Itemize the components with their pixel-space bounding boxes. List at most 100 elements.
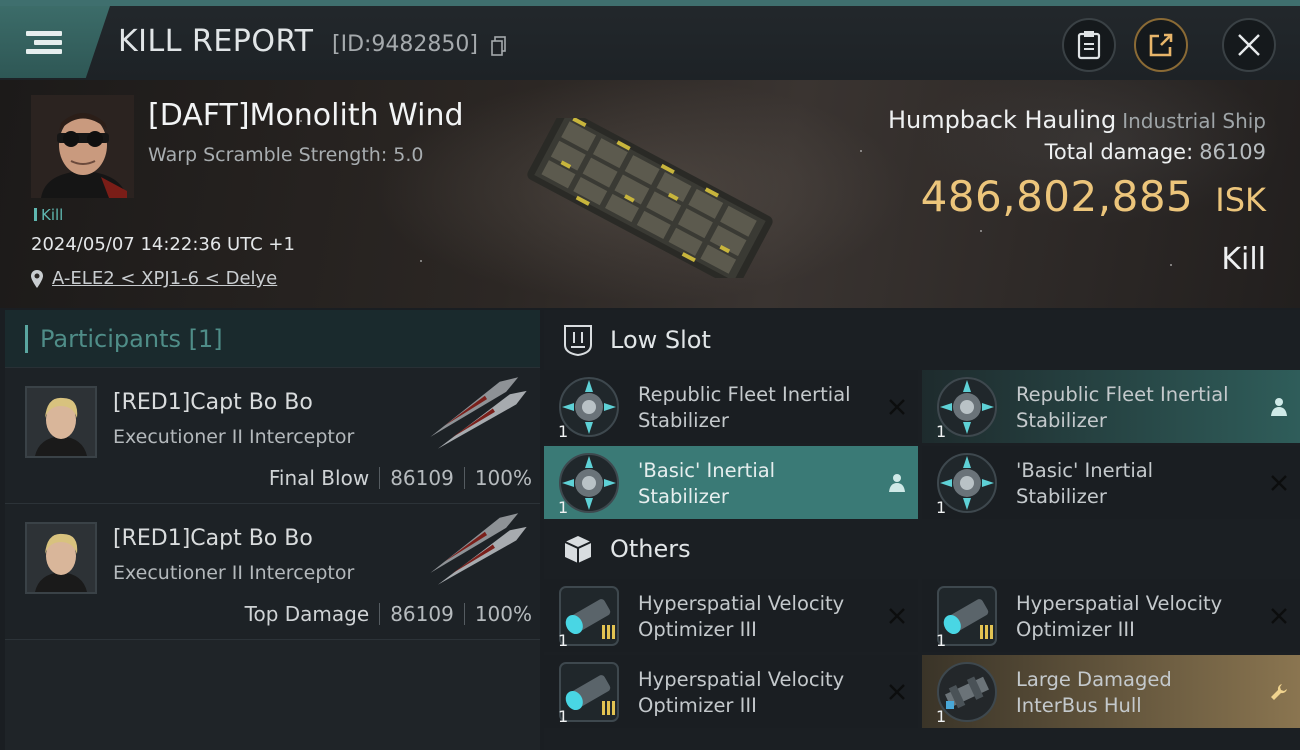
kill-tag: Kill: [34, 206, 63, 224]
share-icon: [1149, 33, 1173, 57]
participant-avatar[interactable]: [25, 386, 97, 458]
stat-divider: [463, 603, 465, 625]
ship-name[interactable]: Humpback Hauling: [888, 106, 1116, 134]
victim-name[interactable]: [DAFT]Monolith Wind: [148, 98, 464, 133]
module-item[interactable]: 1 Republic Fleet Inertial Stabilizer: [544, 370, 918, 443]
destroyed-icon: [886, 605, 908, 627]
low-slot-grid: 1 Republic Fleet Inertial Stabilizer 1 R…: [544, 370, 1300, 519]
participant-portrait: [27, 388, 95, 456]
module-quantity: 1: [936, 631, 947, 650]
cargo-box-icon: [560, 531, 596, 567]
module-name: 'Basic' Inertial Stabilizer: [1016, 459, 1154, 508]
header-bar: KILL REPORT [ID:9482850]: [0, 0, 1300, 80]
module-name: Hyperspatial Velocity Optimizer III: [638, 592, 845, 641]
stat-divider: [379, 603, 381, 625]
module-name: Hyperspatial Velocity Optimizer III: [1016, 592, 1223, 641]
salvage-wrench-icon: [1268, 681, 1290, 703]
module-name: Republic Fleet Inertial Stabilizer: [638, 383, 851, 432]
participant-card[interactable]: [RED1]Capt Bo Bo Executioner II Intercep…: [5, 504, 540, 640]
location-link[interactable]: A-ELE2 < XPJ1-6 < Delye: [30, 268, 277, 289]
participants-panel: Participants [1] [RED1]Capt Bo Bo Execut…: [5, 310, 540, 750]
clipboard-icon: [1077, 31, 1101, 60]
participant-ship: Executioner II Interceptor: [113, 562, 355, 584]
others-section-header: Others: [544, 519, 1300, 579]
warp-scramble-strength: Warp Scramble Strength: 5.0: [148, 144, 424, 166]
module-item[interactable]: 1 Hyperspatial Velocity Optimizer III: [922, 579, 1300, 652]
participant-percent: 100%: [474, 602, 532, 626]
participant-stats: Final Blow 86109 100%: [269, 466, 532, 490]
module-name: Republic Fleet Inertial Stabilizer: [1016, 383, 1229, 432]
isk-value-row: 486,802,885 ISK: [921, 172, 1266, 221]
fitting-panel: Low Slot 1 Republic Fleet Inertial Stabi…: [544, 310, 1300, 750]
total-damage-value: 86109: [1199, 140, 1266, 164]
module-quantity: 1: [936, 498, 947, 517]
participants-tab[interactable]: Participants [1]: [5, 310, 540, 368]
location-text[interactable]: A-ELE2 < XPJ1-6 < Delye: [52, 268, 277, 289]
module-name: Hyperspatial Velocity Optimizer III: [638, 668, 845, 717]
close-button[interactable]: [1222, 18, 1276, 72]
pilot-portrait: [31, 95, 134, 198]
participant-ship-image: [430, 377, 527, 449]
dropped-person-icon: [1268, 396, 1290, 418]
participant-avatar[interactable]: [25, 522, 97, 594]
menu-icon: [26, 27, 62, 58]
victim-ship[interactable]: Humpback Hauling Industrial Ship: [888, 106, 1266, 134]
participant-card[interactable]: [RED1]Capt Bo Bo Executioner II Intercep…: [5, 368, 540, 504]
star: [1170, 264, 1172, 266]
report-id: [ID:9482850]: [332, 32, 478, 57]
victim-ship-image: [527, 118, 773, 278]
star: [420, 260, 422, 262]
others-grid: 1 Hyperspatial Velocity Optimizer III 1 …: [544, 579, 1300, 728]
isk-unit: ISK: [1215, 181, 1266, 219]
participant-role: Top Damage: [244, 602, 370, 626]
module-quantity: 1: [558, 707, 569, 726]
result-label: Kill: [1221, 242, 1266, 277]
participant-stats: Top Damage 86109 100%: [245, 602, 532, 626]
destroyed-icon: [886, 681, 908, 703]
participant-percent: 100%: [474, 466, 532, 490]
copy-icon[interactable]: [491, 36, 507, 56]
location-pin-icon: [31, 269, 43, 288]
share-button[interactable]: [1134, 18, 1188, 72]
participant-name[interactable]: [RED1]Capt Bo Bo: [113, 526, 313, 551]
module-item[interactable]: 1 'Basic' Inertial Stabilizer: [922, 446, 1300, 519]
participant-ship-image: [430, 513, 527, 585]
module-quantity: 1: [558, 631, 569, 650]
low-slot-title: Low Slot: [610, 326, 711, 354]
star: [980, 230, 982, 232]
module-name: Large Damaged InterBus Hull: [1016, 668, 1172, 717]
total-damage-label: Total damage:: [1044, 140, 1194, 164]
participant-portrait: [27, 524, 95, 592]
menu-button[interactable]: [0, 6, 110, 78]
header-accent-line: [0, 0, 1300, 6]
total-damage: Total damage: 86109: [1045, 140, 1266, 164]
dropped-person-icon: [886, 472, 908, 494]
participant-name[interactable]: [RED1]Capt Bo Bo: [113, 390, 313, 415]
low-slot-icon: [560, 322, 596, 358]
module-item[interactable]: 1 Hyperspatial Velocity Optimizer III: [544, 655, 918, 728]
module-item[interactable]: 1 Republic Fleet Inertial Stabilizer: [922, 370, 1300, 443]
ship-class: Industrial Ship: [1122, 109, 1266, 133]
kill-summary: [DAFT]Monolith Wind Warp Scramble Streng…: [0, 80, 1300, 308]
kill-tag-label: Kill: [41, 206, 64, 224]
participant-damage: 86109: [390, 466, 454, 490]
victim-avatar[interactable]: [31, 95, 134, 198]
destroyed-icon: [1268, 472, 1290, 494]
participants-header: Participants [1]: [40, 324, 223, 353]
module-quantity: 1: [936, 422, 947, 441]
low-slot-section-header: Low Slot: [544, 310, 1300, 370]
module-item[interactable]: 1 'Basic' Inertial Stabilizer: [544, 446, 918, 519]
module-item[interactable]: 1 Large Damaged InterBus Hull: [922, 655, 1300, 728]
clipboard-button[interactable]: [1062, 18, 1116, 72]
module-item[interactable]: 1 Hyperspatial Velocity Optimizer III: [544, 579, 918, 652]
module-quantity: 1: [558, 422, 569, 441]
destroyed-icon: [886, 396, 908, 418]
page-title: KILL REPORT: [118, 24, 314, 59]
participant-ship: Executioner II Interceptor: [113, 426, 355, 448]
kill-datetime: 2024/05/07 14:22:36 UTC +1: [31, 234, 295, 255]
module-quantity: 1: [558, 498, 569, 517]
module-quantity: 1: [936, 707, 947, 726]
isk-value: 486,802,885: [920, 172, 1194, 221]
participant-role: Final Blow: [268, 466, 370, 490]
module-name: 'Basic' Inertial Stabilizer: [638, 459, 776, 508]
